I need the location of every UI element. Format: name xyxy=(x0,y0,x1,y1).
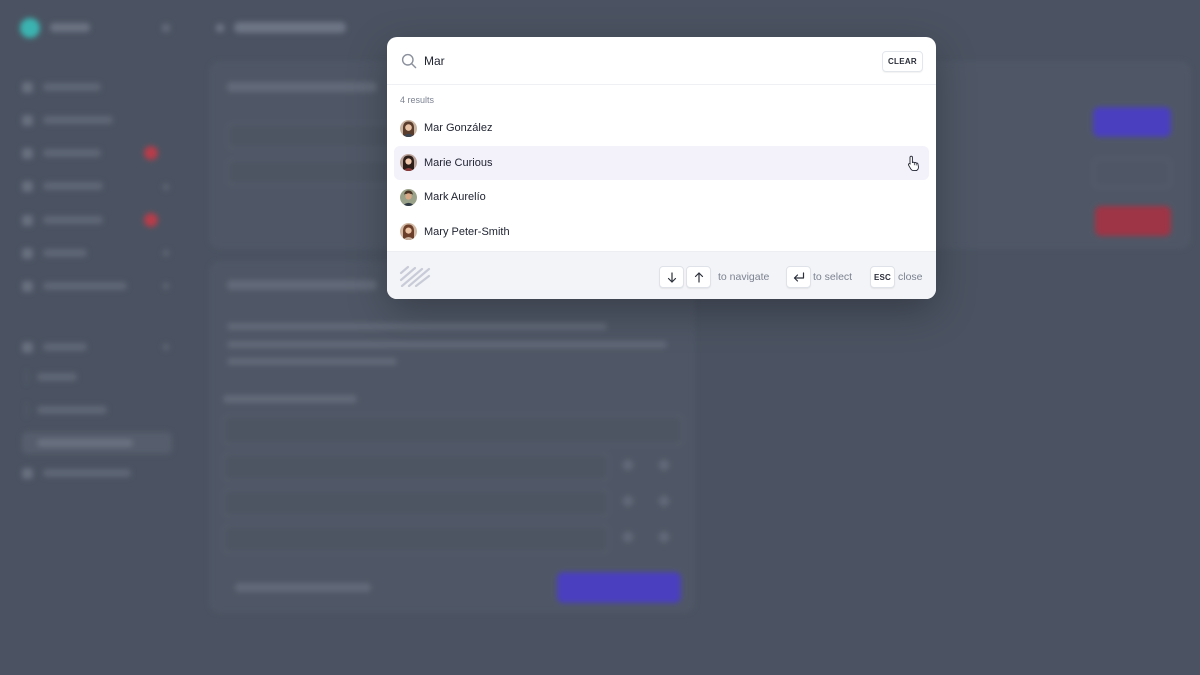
esc-key-label: ESC xyxy=(873,272,892,282)
avatar xyxy=(400,154,417,172)
chevron-icon xyxy=(163,250,169,256)
clear-button[interactable]: CLEAR xyxy=(881,51,923,72)
sidebar-item xyxy=(22,466,131,480)
sidebar-subitem xyxy=(26,370,77,384)
sidebar-item xyxy=(22,146,101,160)
chevron-icon xyxy=(163,184,169,190)
sidebar-item xyxy=(22,113,113,127)
arrow-down-icon xyxy=(667,271,676,283)
sidebar-item xyxy=(22,213,103,227)
sidebar-collapse-icon xyxy=(162,24,170,32)
enter-key xyxy=(786,266,811,288)
result-item[interactable]: Mark Aurelío xyxy=(394,180,929,215)
background-sidebar xyxy=(0,0,190,675)
close-hint: close xyxy=(898,271,923,283)
result-name: Marie Curious xyxy=(424,156,493,169)
arrow-down-key xyxy=(659,266,684,288)
result-item[interactable]: Mar González xyxy=(394,111,929,146)
notification-badge xyxy=(144,213,158,227)
notification-badge xyxy=(144,146,158,160)
result-item[interactable]: Mary Peter-Smith xyxy=(394,215,929,250)
app-brand xyxy=(50,23,90,32)
pointer-cursor-icon xyxy=(907,155,919,171)
result-name: Mark Aurelío xyxy=(424,191,486,204)
sidebar-item xyxy=(22,80,101,94)
avatar xyxy=(400,188,417,206)
search-input[interactable] xyxy=(424,51,844,71)
search-icon xyxy=(401,53,417,69)
sidebar-item xyxy=(22,340,87,354)
arrow-up-icon xyxy=(694,271,703,283)
background-page-title xyxy=(216,22,346,33)
chevron-icon xyxy=(163,283,169,289)
sidebar-subitem xyxy=(26,403,107,417)
sidebar-subitem xyxy=(26,436,133,450)
background-card xyxy=(210,262,694,612)
result-name: Mar González xyxy=(424,122,493,135)
esc-key: ESC xyxy=(870,266,895,288)
navigate-hint: to navigate xyxy=(718,271,770,283)
avatar xyxy=(400,119,417,137)
app-logo xyxy=(20,18,40,38)
brand-logo-icon xyxy=(399,265,431,287)
sidebar-item xyxy=(22,279,127,293)
sidebar-item xyxy=(22,246,87,260)
search-bar: CLEAR xyxy=(387,37,936,85)
results-list: Mar González Marie Curious Mark Aurelío … xyxy=(394,111,929,249)
select-hint: to select xyxy=(813,271,853,283)
result-count: 4 results xyxy=(400,95,435,105)
result-item-highlighted[interactable]: Marie Curious xyxy=(394,145,929,180)
avatar xyxy=(400,223,417,241)
chevron-icon xyxy=(163,344,169,350)
result-name: Mary Peter-Smith xyxy=(424,225,510,238)
palette-footer: to navigate to select ESC close xyxy=(387,251,936,299)
enter-key-icon xyxy=(793,272,804,282)
sidebar-item xyxy=(22,179,103,193)
command-palette: CLEAR 4 results Mar González xyxy=(387,37,936,299)
arrow-up-key xyxy=(686,266,711,288)
